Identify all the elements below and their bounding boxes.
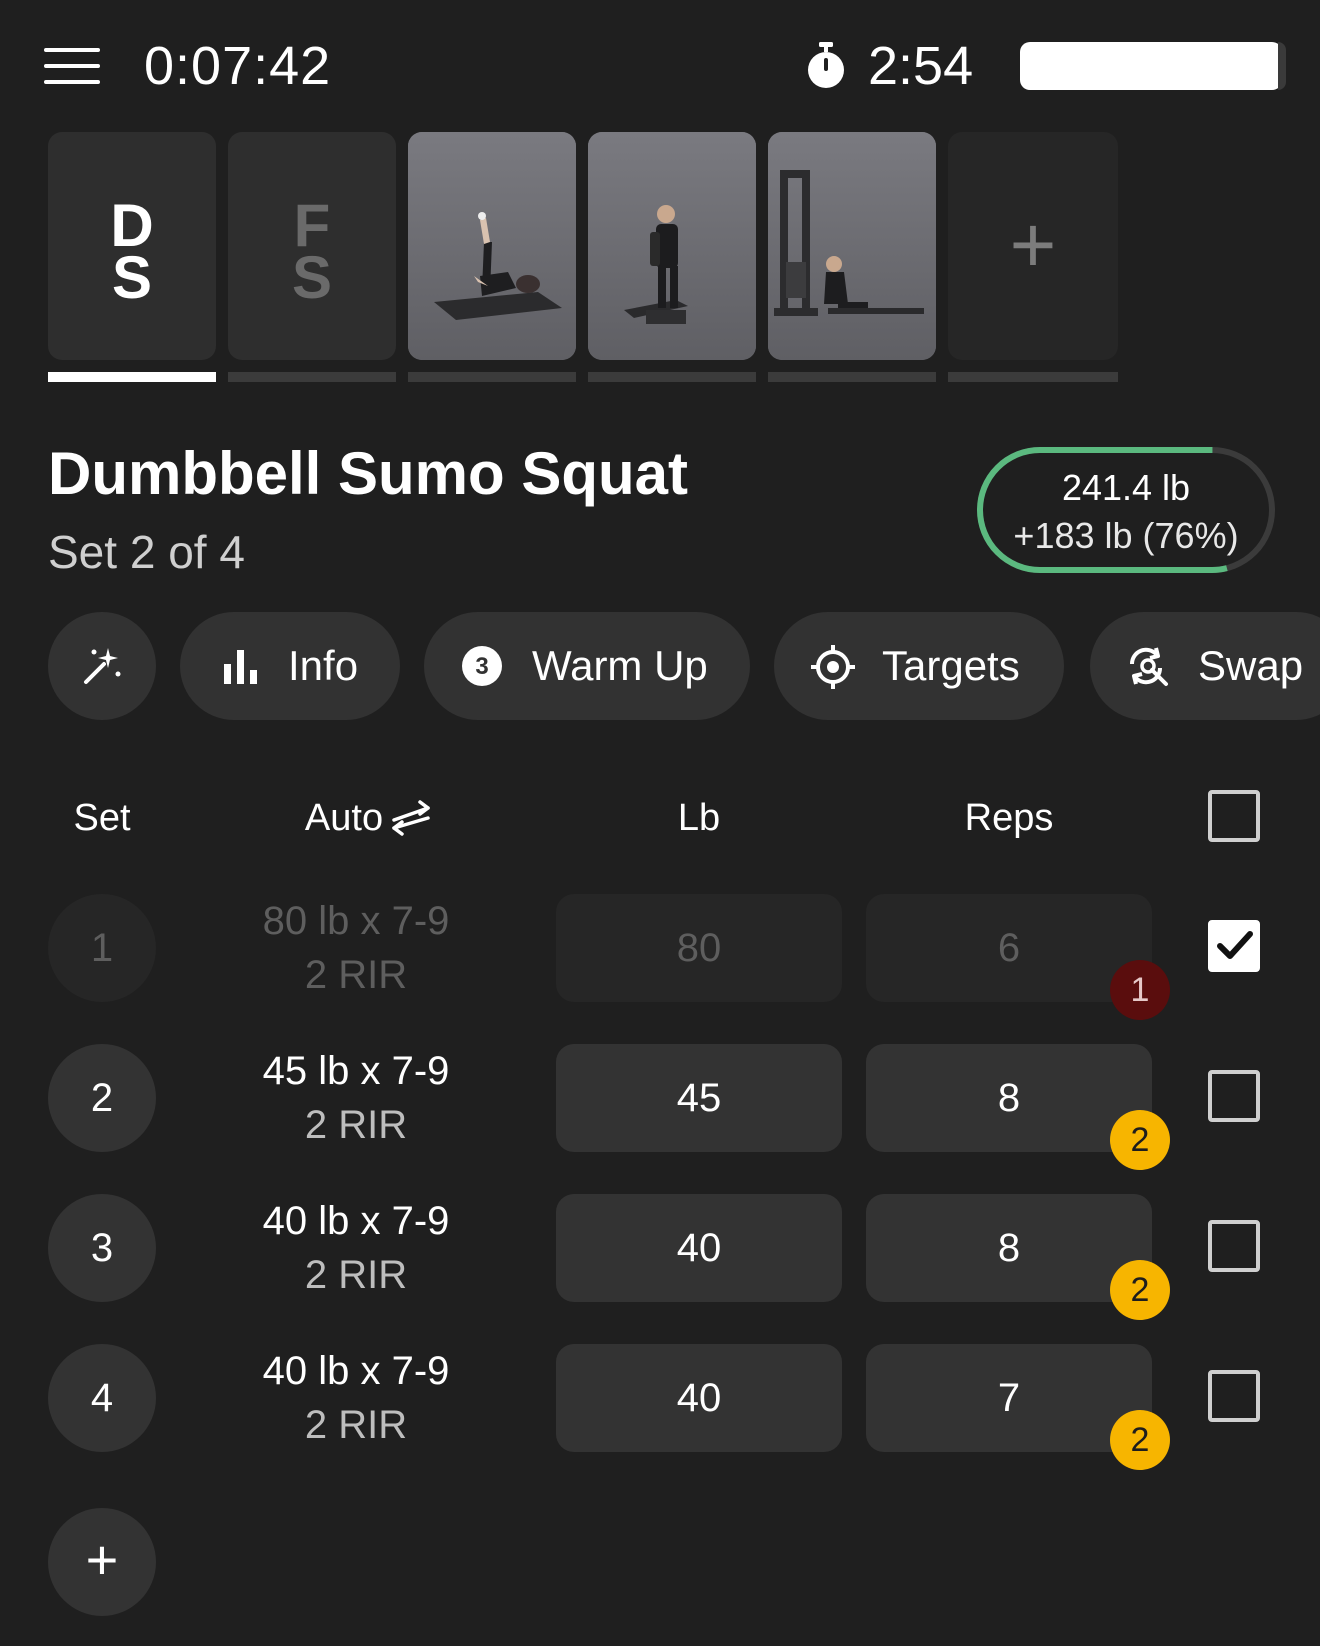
reps-input[interactable]: 8 [866, 1044, 1152, 1152]
weight-input[interactable]: 45 [556, 1044, 842, 1152]
magic-button[interactable] [48, 612, 156, 720]
rir-badge[interactable]: 2 [1110, 1110, 1170, 1170]
reps-input[interactable]: 7 [866, 1344, 1152, 1452]
header-reps: Reps [964, 797, 1054, 839]
auto-target: 40 lb x 7-9 2 RIR [220, 1344, 492, 1452]
rir-badge[interactable]: 2 [1110, 1260, 1170, 1320]
tile-indicator [588, 372, 756, 382]
swap-label: Swap [1198, 642, 1304, 689]
tile-exercise-photo-cable[interactable] [768, 132, 936, 360]
volume-value: 241.4 lb [1061, 467, 1191, 508]
swap-search-icon [1129, 647, 1168, 686]
tile-dumbbell-sumo-squat[interactable]: D S [48, 132, 216, 360]
elapsed-time: 0:07:42 [144, 36, 332, 96]
targets-label: Targets [882, 642, 1020, 689]
weight-input[interactable]: 40 [556, 1344, 842, 1452]
reps-input[interactable]: 8 [866, 1194, 1152, 1302]
volume-progress-pill[interactable]: 241.4 lb +183 lb (76%) [976, 446, 1276, 574]
auto-target-weight: 40 lb x 7-9 [262, 1199, 450, 1243]
tile-indicator [768, 372, 936, 382]
crosshair-icon [811, 645, 855, 689]
tile-indicator [408, 372, 576, 382]
set-complete-checkbox[interactable] [1208, 1070, 1260, 1122]
select-all-checkbox[interactable] [1208, 790, 1260, 842]
auto-target-weight: 40 lb x 7-9 [262, 1349, 450, 1393]
tile-exercise-photo-lying[interactable] [408, 132, 576, 360]
tile-active-indicator [48, 372, 216, 382]
warmup-badge-number: 3 [475, 653, 488, 680]
exercise-title: Dumbbell Sumo Squat [48, 440, 689, 507]
set-number[interactable]: 4 [48, 1344, 156, 1452]
weight-input[interactable]: 80 [556, 894, 842, 1002]
auto-target: 40 lb x 7-9 2 RIR [220, 1194, 492, 1302]
add-exercise-tile[interactable]: + [948, 132, 1118, 360]
plus-icon: + [1009, 200, 1057, 289]
tile-indicator [948, 372, 1118, 382]
rest-timer[interactable]: 2:54 [868, 34, 973, 98]
info-button[interactable]: Info [180, 612, 400, 720]
magic-wand-icon [84, 648, 121, 684]
set-number[interactable]: 2 [48, 1044, 156, 1152]
swap-arrows-icon[interactable] [388, 798, 434, 836]
set-number[interactable]: 3 [48, 1194, 156, 1302]
exercise-photo-standing [588, 132, 756, 360]
top-bar: 0:07:42 2:54 [0, 0, 1320, 130]
auto-target: 80 lb x 7-9 2 RIR [220, 894, 492, 1002]
reps-input[interactable]: 6 [866, 894, 1152, 1002]
volume-delta: +183 lb (76%) [1013, 515, 1239, 556]
tile-initial: S [111, 244, 153, 311]
header-set: Set [73, 797, 131, 839]
swap-button[interactable]: Swap [1090, 612, 1320, 720]
warm-up-button[interactable]: 3 Warm Up [424, 612, 750, 720]
auto-target-rir: 2 RIR [304, 953, 408, 997]
hamburger-menu-icon[interactable] [44, 46, 100, 86]
stopwatch-icon [808, 42, 844, 88]
tile-exercise-photo-standing[interactable] [588, 132, 756, 360]
set-complete-checkbox[interactable] [1208, 1220, 1260, 1272]
set-progress-subtitle: Set 2 of 4 [48, 526, 245, 578]
rir-badge[interactable]: 1 [1110, 960, 1170, 1020]
weight-input[interactable]: 40 [556, 1194, 842, 1302]
bar-chart-icon [224, 650, 257, 684]
auto-target-rir: 2 RIR [304, 1103, 408, 1147]
set-complete-checkbox[interactable] [1208, 920, 1260, 972]
tile-initial: S [291, 244, 333, 311]
auto-target-weight: 45 lb x 7-9 [262, 1049, 450, 1093]
header-lb: Lb [677, 797, 721, 839]
checkmark-icon [1217, 931, 1253, 959]
auto-target-rir: 2 RIR [304, 1403, 408, 1447]
set-number[interactable]: 1 [48, 894, 156, 1002]
exercise-photo-lying [408, 132, 576, 360]
set-complete-checkbox[interactable] [1208, 1370, 1260, 1422]
auto-target-rir: 2 RIR [304, 1253, 408, 1297]
exercise-photo-cable [768, 132, 936, 360]
tile-indicator [228, 372, 396, 382]
status-bar[interactable] [1020, 42, 1286, 90]
auto-target: 45 lb x 7-9 2 RIR [220, 1044, 492, 1152]
info-label: Info [288, 642, 359, 689]
rir-badge[interactable]: 2 [1110, 1410, 1170, 1470]
add-set-button[interactable]: + [48, 1508, 156, 1616]
warm-up-label: Warm Up [532, 642, 708, 689]
auto-target-weight: 80 lb x 7-9 [262, 899, 450, 943]
number-3-circle-icon: 3 [462, 646, 502, 686]
tile-exercise-fs[interactable]: F S [228, 132, 396, 360]
targets-button[interactable]: Targets [774, 612, 1064, 720]
